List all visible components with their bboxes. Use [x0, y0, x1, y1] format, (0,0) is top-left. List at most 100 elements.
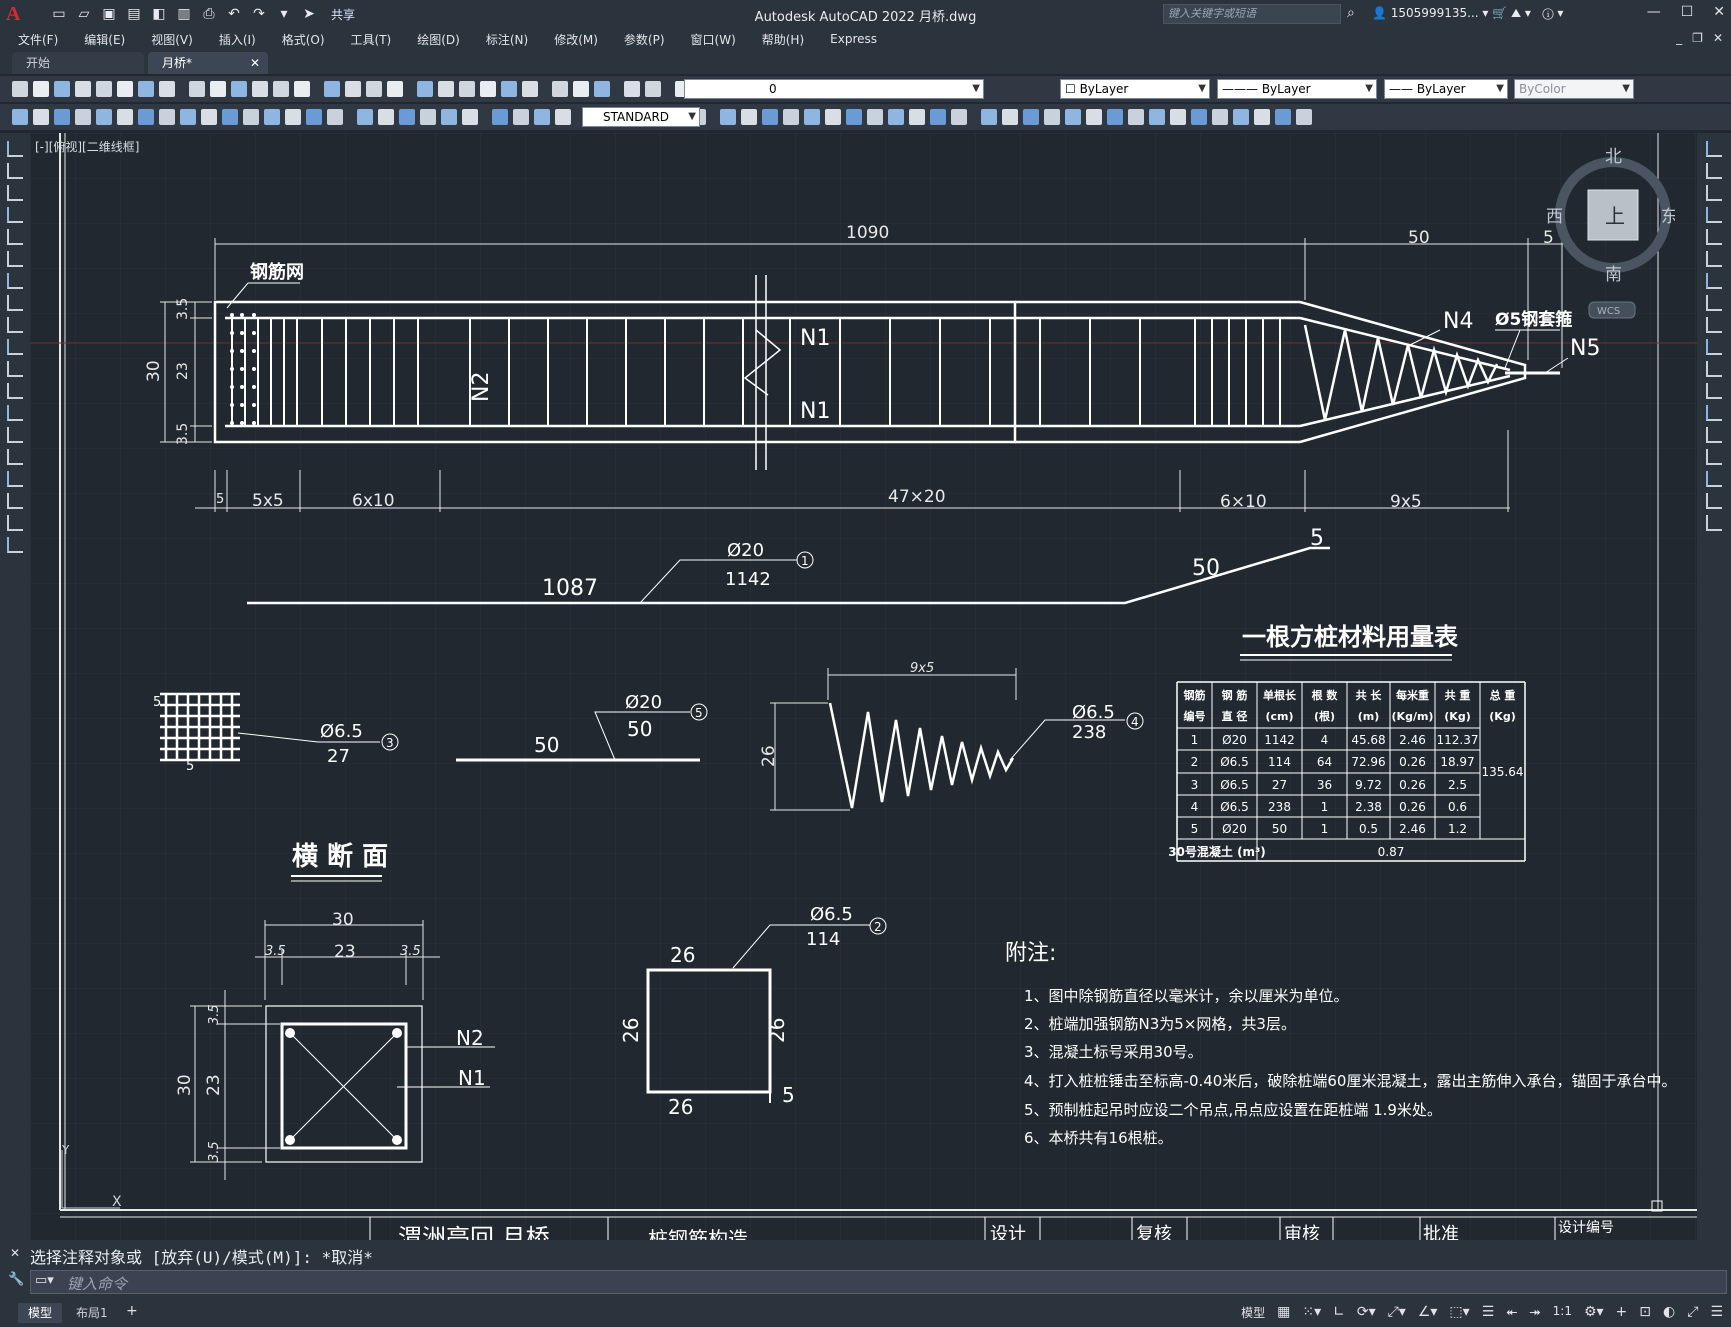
toolbar-button-icon[interactable]	[180, 109, 196, 125]
toolbar-button-icon[interactable]	[243, 109, 259, 125]
tab-close-icon[interactable]: ✕	[250, 52, 260, 74]
isodraft-icon[interactable]: ⤢▾	[1388, 1304, 1406, 1321]
tool-button-icon[interactable]	[1706, 361, 1722, 377]
annotation-scale[interactable]: 1:1	[1553, 1304, 1572, 1321]
toolbar-button-icon[interactable]	[909, 109, 925, 125]
help-search-input[interactable]: 键入关键字或短语	[1163, 4, 1341, 24]
toolbar-button-icon[interactable]	[573, 81, 589, 97]
customize-chevron-icon[interactable]: ▾	[275, 5, 293, 23]
toolbar-button-icon[interactable]	[1254, 109, 1270, 125]
toolbar-button-icon[interactable]	[720, 109, 736, 125]
toolbar-button-icon[interactable]	[387, 81, 403, 97]
toolbar-button-icon[interactable]	[189, 81, 205, 97]
undo-icon[interactable]: ↶	[225, 5, 243, 23]
menu-modify[interactable]: 修改(M)	[554, 31, 598, 48]
print-icon[interactable]: ⎙	[200, 5, 218, 23]
save-icon[interactable]: ▣	[100, 5, 118, 23]
toolbar-button-icon[interactable]	[252, 81, 268, 97]
toolbar-button-icon[interactable]	[399, 109, 415, 125]
toolbar-button-icon[interactable]	[624, 81, 640, 97]
toolbar-button-icon[interactable]	[1002, 109, 1018, 125]
toolbar-button-icon[interactable]	[159, 109, 175, 125]
toolbar-button-icon[interactable]	[492, 109, 508, 125]
tool-button-icon[interactable]	[7, 207, 23, 223]
tool-button-icon[interactable]	[1706, 405, 1722, 421]
toolbar-button-icon[interactable]	[264, 109, 280, 125]
toolbar-button-icon[interactable]	[762, 109, 778, 125]
tool-button-icon[interactable]	[1706, 163, 1722, 179]
command-close-icon[interactable]: ✕	[10, 1246, 20, 1260]
toolbar-button-icon[interactable]	[888, 109, 904, 125]
viewcube-north[interactable]: 北	[1605, 147, 1622, 167]
tool-button-icon[interactable]	[7, 537, 23, 553]
osnap-icon[interactable]: ⬚▾	[1449, 1304, 1469, 1321]
isolate-icon[interactable]: ◐	[1663, 1304, 1675, 1321]
toolbar-button-icon[interactable]	[138, 109, 154, 125]
toolbar-button-icon[interactable]	[159, 81, 175, 97]
tool-button-icon[interactable]	[7, 471, 23, 487]
plus-icon[interactable]: +	[1616, 1304, 1628, 1321]
toolbar-button-icon[interactable]	[441, 109, 457, 125]
toolbar-button-icon[interactable]	[117, 109, 133, 125]
tool-button-icon[interactable]	[1706, 229, 1722, 245]
toolbar-button-icon[interactable]	[75, 109, 91, 125]
tool-button-icon[interactable]	[1706, 449, 1722, 465]
toolbar-button-icon[interactable]	[345, 81, 361, 97]
toolbar-button-icon[interactable]	[1128, 109, 1144, 125]
tool-button-icon[interactable]	[7, 317, 23, 333]
toolbar-button-icon[interactable]	[54, 109, 70, 125]
toolbar-button-icon[interactable]	[231, 81, 247, 97]
doc-minimize-icon[interactable]: _	[1676, 31, 1682, 45]
share-button[interactable]: 共享	[331, 6, 355, 23]
toolbar-button-icon[interactable]	[522, 81, 538, 97]
save-as-icon[interactable]: ▤	[125, 5, 143, 23]
toolbar-button-icon[interactable]	[1107, 109, 1123, 125]
tool-button-icon[interactable]	[1706, 515, 1722, 531]
minimize-icon[interactable]: —	[1647, 4, 1661, 20]
layout-tab[interactable]: 布局1	[66, 1303, 118, 1323]
menu-tools[interactable]: 工具(T)	[351, 31, 392, 48]
menu-dimension[interactable]: 标注(N)	[486, 31, 528, 48]
toolbar-button-icon[interactable]	[96, 109, 112, 125]
toolbar-button-icon[interactable]	[1191, 109, 1207, 125]
tool-button-icon[interactable]	[7, 339, 23, 355]
toolbar-button-icon[interactable]	[783, 109, 799, 125]
viewcube-west[interactable]: 西	[1546, 207, 1563, 227]
toolbar-button-icon[interactable]	[273, 81, 289, 97]
share-icon[interactable]: ➤	[300, 5, 318, 23]
toolbar-button-icon[interactable]	[324, 81, 340, 97]
toolbar-button-icon[interactable]	[594, 81, 610, 97]
annotation-visibility-icon[interactable]: ⯬	[1506, 1304, 1517, 1321]
toolbar-button-icon[interactable]	[210, 81, 226, 97]
toolbar-button-icon[interactable]	[1023, 109, 1039, 125]
toolbar-button-icon[interactable]	[306, 109, 322, 125]
add-layout-icon[interactable]: +	[126, 1303, 138, 1319]
menu-help[interactable]: 帮助(H)	[762, 31, 804, 48]
toolbar-button-icon[interactable]	[1296, 109, 1312, 125]
tool-button-icon[interactable]	[7, 427, 23, 443]
search-icon[interactable]: ⌕	[1347, 5, 1355, 21]
drawing-viewport[interactable]: 1090 50 5 30 3.5 23 3.5 5 5x5 6x10 47×20…	[30, 133, 1697, 1240]
toolbar-button-icon[interactable]	[357, 109, 373, 125]
tool-button-icon[interactable]	[1706, 427, 1722, 443]
customize-icon[interactable]: ☰	[1710, 1304, 1723, 1321]
new-file-icon[interactable]: ▭	[50, 5, 68, 23]
viewcube[interactable]: 上 北 南 东 西 WCS	[1545, 140, 1675, 330]
viewport-label[interactable]: [-][俯视][二维线框]	[35, 138, 139, 155]
toolbar-button-icon[interactable]	[96, 81, 112, 97]
toolbar-button-icon[interactable]	[1170, 109, 1186, 125]
tool-button-icon[interactable]	[1706, 185, 1722, 201]
drawing-canvas[interactable]: 1090 50 5 30 3.5 23 3.5 5 5x5 6x10 47×20…	[30, 133, 1697, 1240]
tool-button-icon[interactable]	[7, 493, 23, 509]
grid-icon[interactable]: ▦	[1277, 1304, 1290, 1321]
tool-button-icon[interactable]	[7, 163, 23, 179]
annotation-autoscale-icon[interactable]: ⯮	[1529, 1304, 1540, 1321]
toolbar-button-icon[interactable]	[438, 81, 454, 97]
tool-button-icon[interactable]	[1706, 493, 1722, 509]
toolbar-button-icon[interactable]	[327, 109, 343, 125]
toolbar-button-icon[interactable]	[462, 109, 478, 125]
toolbar-button-icon[interactable]	[846, 109, 862, 125]
menu-window[interactable]: 窗口(W)	[691, 31, 736, 48]
toolbar-button-icon[interactable]	[1212, 109, 1228, 125]
toolbar-button-icon[interactable]	[378, 109, 394, 125]
